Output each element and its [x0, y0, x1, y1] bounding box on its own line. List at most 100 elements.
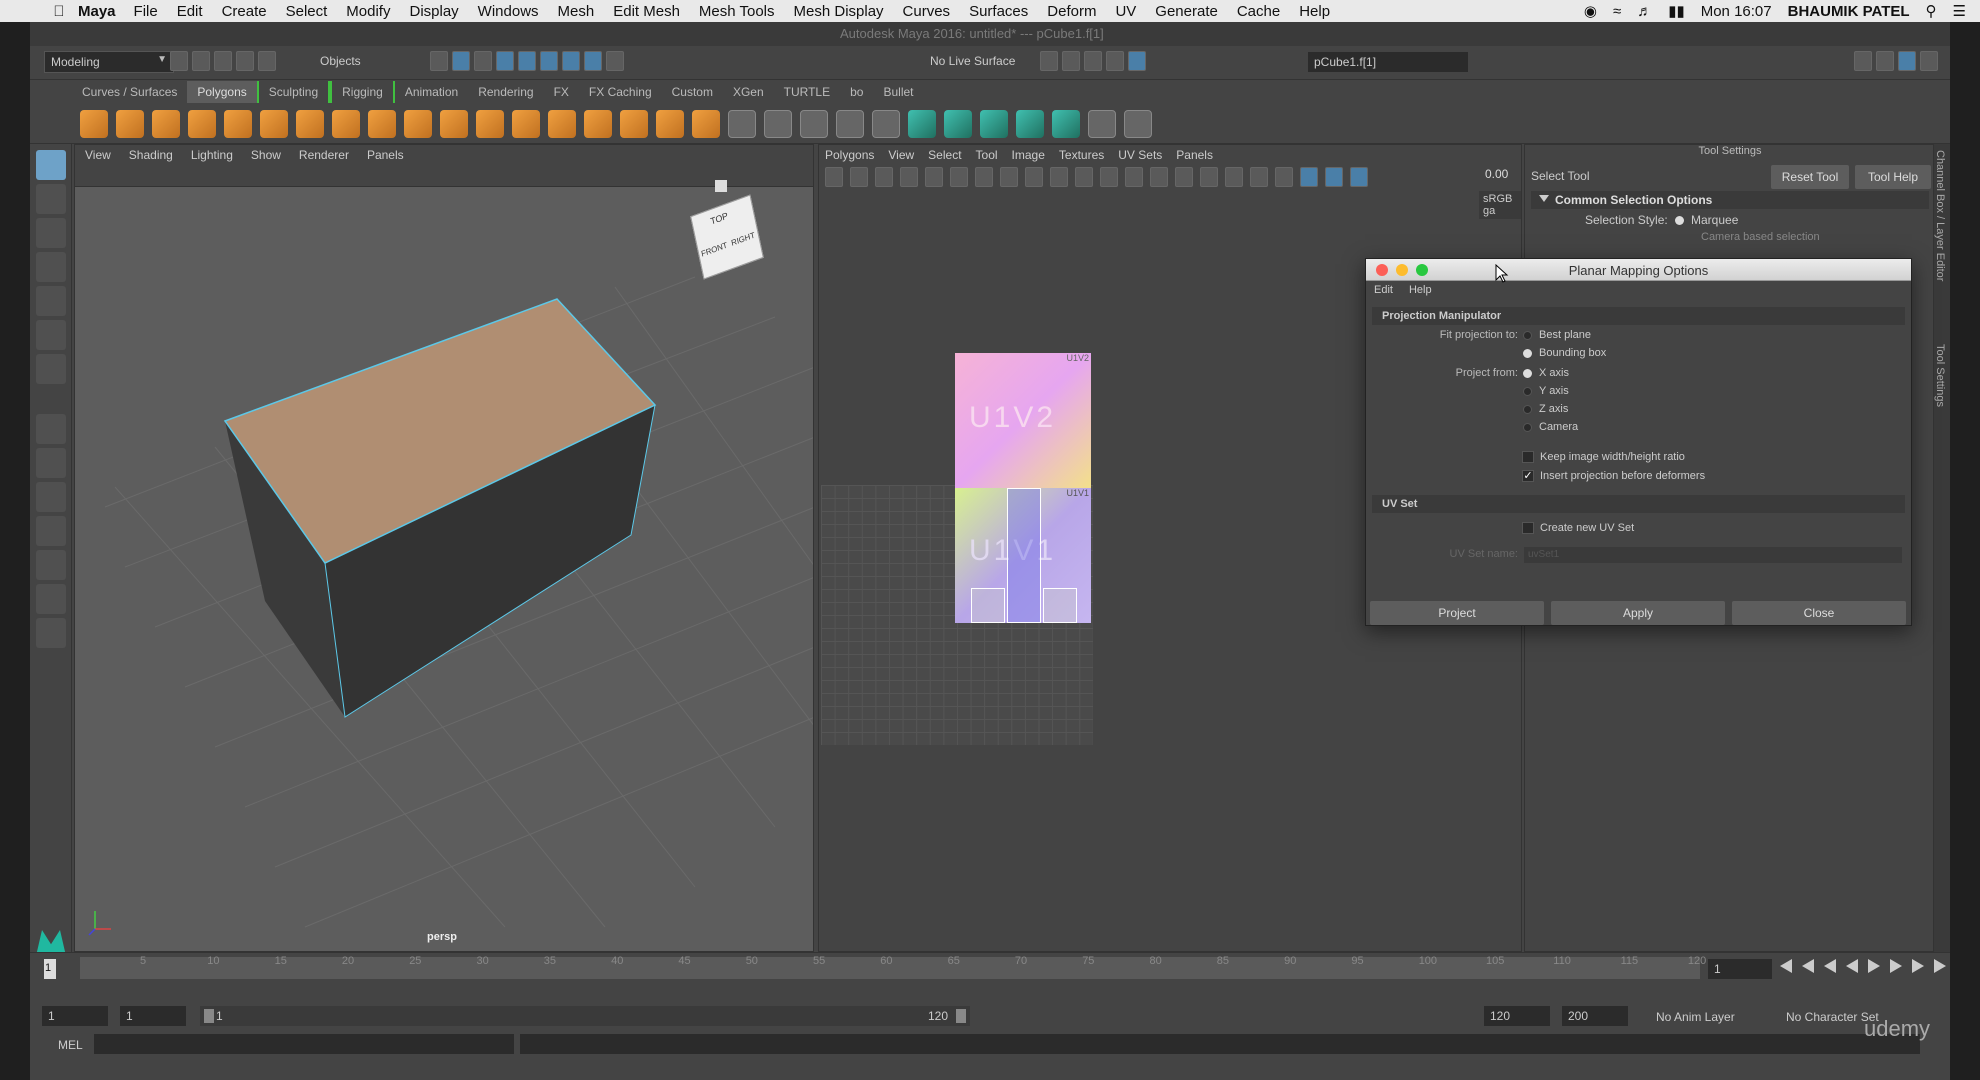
- open-scene-icon[interactable]: [192, 51, 210, 71]
- poly-cylinder-icon[interactable]: [152, 109, 180, 138]
- menu-create[interactable]: Create: [222, 3, 267, 20]
- vp-menu-show[interactable]: Show: [251, 148, 281, 162]
- uv-tool-icon[interactable]: [1000, 167, 1018, 187]
- uv-menu-image[interactable]: Image: [1012, 148, 1045, 162]
- step-forward-key-icon[interactable]: [1890, 959, 1902, 973]
- menu-mesh-display[interactable]: Mesh Display: [794, 3, 884, 20]
- append-polygon-icon[interactable]: [872, 109, 900, 138]
- snap-curve-icon[interactable]: [518, 51, 536, 71]
- snap-point-icon[interactable]: [540, 51, 558, 71]
- render-settings-icon[interactable]: [1106, 51, 1124, 71]
- uv-display-icon[interactable]: [1300, 167, 1318, 187]
- save-scene-icon[interactable]: [214, 51, 232, 71]
- playback-end-field[interactable]: 120: [1484, 1006, 1550, 1026]
- vp-menu-shading[interactable]: Shading: [129, 148, 173, 162]
- uv-tool-icon[interactable]: [1250, 167, 1268, 187]
- planar-mapping-icon[interactable]: [908, 109, 936, 138]
- volume-icon[interactable]: ♬: [1637, 3, 1652, 20]
- vp-menu-panels[interactable]: Panels: [367, 148, 404, 162]
- uv-tool-icon[interactable]: [1025, 167, 1043, 187]
- step-forward-icon[interactable]: [1912, 959, 1924, 973]
- attribute-editor-icon[interactable]: [1876, 51, 1894, 71]
- poly-cone-icon[interactable]: [188, 109, 216, 138]
- exposure-field[interactable]: 0.00: [1485, 167, 1508, 181]
- uv-tool-icon[interactable]: [1100, 167, 1118, 187]
- tab-bullet[interactable]: Bullet: [873, 81, 923, 103]
- poly-torus-icon[interactable]: [260, 109, 288, 138]
- scale-tool-icon[interactable]: [36, 320, 66, 350]
- uv-shell-right[interactable]: [1043, 588, 1077, 623]
- vp-menu-renderer[interactable]: Renderer: [299, 148, 349, 162]
- extrude-icon[interactable]: [620, 109, 648, 138]
- uv-menu-select[interactable]: Select: [928, 148, 961, 162]
- paint-select-icon[interactable]: [36, 218, 66, 248]
- notification-list-icon[interactable]: ☰: [1953, 2, 1966, 20]
- uv-tool-icon[interactable]: [950, 167, 968, 187]
- tab-sculpting[interactable]: Sculpting: [256, 81, 331, 103]
- menu-windows[interactable]: Windows: [478, 3, 539, 20]
- smooth-icon[interactable]: [476, 109, 504, 138]
- mirror-icon[interactable]: [548, 109, 576, 138]
- menu-edit[interactable]: Edit: [177, 3, 203, 20]
- step-back-icon[interactable]: [1802, 959, 1814, 973]
- poly-sphere-icon[interactable]: [80, 109, 108, 138]
- mel-input[interactable]: [94, 1034, 514, 1054]
- user-name[interactable]: BHAUMIK PATEL: [1788, 3, 1910, 20]
- uv-shell-left[interactable]: [971, 588, 1005, 623]
- ipr-render-icon[interactable]: [1084, 51, 1102, 71]
- uv-tool-icon[interactable]: [1225, 167, 1243, 187]
- snap-view-plane-icon[interactable]: [562, 51, 580, 71]
- tab-fx-caching[interactable]: FX Caching: [579, 81, 662, 103]
- redo-icon[interactable]: [258, 51, 276, 71]
- uvset-name-field[interactable]: uvSet1: [1524, 547, 1902, 563]
- tool-settings-icon[interactable]: [1898, 51, 1916, 71]
- uv-grid-icon[interactable]: [1325, 167, 1343, 187]
- poly-pyramid-icon[interactable]: [296, 109, 324, 138]
- move-tool-icon[interactable]: [36, 252, 66, 282]
- create-uvset-checkbox[interactable]: [1522, 522, 1534, 534]
- bevel-icon[interactable]: [692, 109, 720, 138]
- current-frame-field[interactable]: 1: [1708, 959, 1772, 979]
- uv-shaded-icon[interactable]: [1350, 167, 1368, 187]
- uv-tool-icon[interactable]: [975, 167, 993, 187]
- poly-plane-icon[interactable]: [224, 109, 252, 138]
- common-selection-section[interactable]: Common Selection Options: [1531, 191, 1929, 209]
- poly-cube-icon[interactable]: [116, 109, 144, 138]
- fit-bounding-box-radio[interactable]: [1523, 349, 1532, 358]
- uv-menu-tool[interactable]: Tool: [976, 148, 998, 162]
- menu-curves[interactable]: Curves: [903, 3, 951, 20]
- playback-start-field[interactable]: 1: [120, 1006, 186, 1026]
- step-back-key-icon[interactable]: [1824, 959, 1836, 973]
- target-weld-icon[interactable]: [836, 109, 864, 138]
- boolean-icon[interactable]: [512, 109, 540, 138]
- poly-pipe-icon[interactable]: [332, 109, 360, 138]
- uv-tool-icon[interactable]: [900, 167, 918, 187]
- two-pane-layout-icon[interactable]: [36, 482, 66, 512]
- vp-menu-view[interactable]: View: [85, 148, 111, 162]
- menu-mesh-tools[interactable]: Mesh Tools: [699, 3, 775, 20]
- uv-menu-polygons[interactable]: Polygons: [825, 148, 874, 162]
- select-hierarchy-icon[interactable]: [430, 51, 448, 71]
- channel-box-tab[interactable]: Channel Box / Layer Editor: [1934, 150, 1946, 281]
- render-frame-icon[interactable]: [1062, 51, 1080, 71]
- uv-tool-icon[interactable]: [1075, 167, 1093, 187]
- animation-start-field[interactable]: 1: [42, 1006, 108, 1026]
- tab-animation[interactable]: Animation: [395, 81, 468, 103]
- dialog-menu-edit[interactable]: Edit: [1374, 284, 1393, 296]
- apply-button[interactable]: Apply: [1551, 601, 1725, 625]
- uv-set-section[interactable]: UV Set: [1372, 495, 1905, 513]
- battery-icon[interactable]: ▮▮: [1668, 2, 1685, 20]
- rotate-tool-icon[interactable]: [36, 286, 66, 316]
- graph-layout-icon[interactable]: [36, 550, 66, 580]
- tab-turtle[interactable]: TURTLE: [774, 81, 840, 103]
- uv-tool-icon[interactable]: [1200, 167, 1218, 187]
- tab-curves-surfaces[interactable]: Curves / Surfaces: [72, 81, 187, 103]
- bridge-icon[interactable]: [656, 109, 684, 138]
- live-surface-label[interactable]: No Live Surface: [930, 54, 1015, 68]
- tab-custom[interactable]: Custom: [662, 81, 723, 103]
- project-x-axis-radio[interactable]: [1523, 369, 1532, 378]
- uv-tool-icon[interactable]: [925, 167, 943, 187]
- menu-edit-mesh[interactable]: Edit Mesh: [613, 3, 680, 20]
- go-to-start-icon[interactable]: [1780, 959, 1792, 973]
- insert-edge-loop-icon[interactable]: [764, 109, 792, 138]
